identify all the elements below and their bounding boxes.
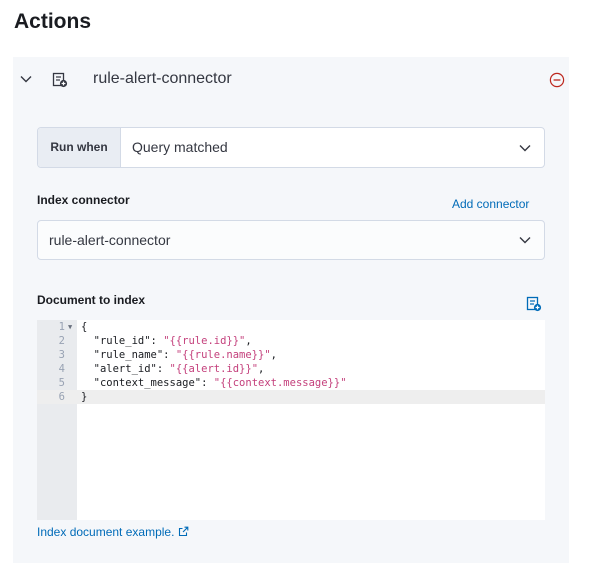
chevron-down-icon[interactable]	[19, 72, 33, 86]
section-title: Actions	[14, 10, 92, 33]
minus-circle-icon[interactable]	[549, 72, 565, 88]
line-number: 6	[58, 391, 65, 403]
chevron-down-icon[interactable]	[518, 233, 532, 247]
line-number: 1	[58, 321, 65, 333]
line-number: 3	[58, 349, 65, 361]
index-connector-label: Index connector	[37, 193, 130, 207]
code-text: }	[81, 391, 88, 403]
fold-arrow-icon[interactable]: ▼	[68, 320, 72, 334]
action-panel: rule-alert-connector Run when Query matc…	[13, 57, 569, 563]
code-line-active: 6 }	[37, 390, 545, 404]
add-variable-icon[interactable]	[526, 296, 542, 312]
index-connector-value: rule-alert-connector	[49, 232, 171, 248]
code-text: "alert_id": "{{alert.id}}",	[81, 363, 265, 375]
code-line: 4 "alert_id": "{{alert.id}}",	[37, 362, 545, 376]
run-when-label: Run when	[38, 128, 121, 167]
code-line: 3 "rule_name": "{{rule.name}}",	[37, 348, 545, 362]
index-connector-select[interactable]: rule-alert-connector	[37, 220, 545, 260]
chevron-down-icon[interactable]	[518, 141, 532, 155]
index-document-example-link[interactable]: Index document example.	[37, 525, 189, 539]
code-text: "rule_name": "{{rule.name}}",	[81, 349, 277, 361]
run-when-select[interactable]: Run when Query matched	[37, 127, 545, 168]
line-number: 2	[58, 335, 65, 347]
code-line: 5 "context_message": "{{context.message}…	[37, 376, 545, 390]
code-text: "context_message": "{{context.message}}"	[81, 377, 347, 389]
document-to-index-label: Document to index	[37, 293, 146, 307]
action-connector-name[interactable]: rule-alert-connector	[93, 70, 232, 88]
document-code-editor[interactable]: 1 ▼ { 2 "rule_id": "{{rule.id}}", 3 "rul…	[37, 320, 545, 520]
add-connector-link[interactable]: Add connector	[452, 197, 529, 211]
external-link-icon	[179, 526, 189, 537]
code-line: 1 ▼ {	[37, 320, 545, 334]
line-number: 4	[58, 363, 65, 375]
run-when-value[interactable]: Query matched	[132, 128, 228, 167]
code-text: "rule_id": "{{rule.id}}",	[81, 335, 252, 347]
line-number: 5	[58, 377, 65, 389]
code-text: {	[81, 321, 88, 333]
index-connector-icon	[52, 72, 68, 88]
example-link-label: Index document example.	[37, 525, 175, 539]
code-line: 2 "rule_id": "{{rule.id}}",	[37, 334, 545, 348]
action-accordion-header[interactable]: rule-alert-connector	[13, 57, 569, 103]
